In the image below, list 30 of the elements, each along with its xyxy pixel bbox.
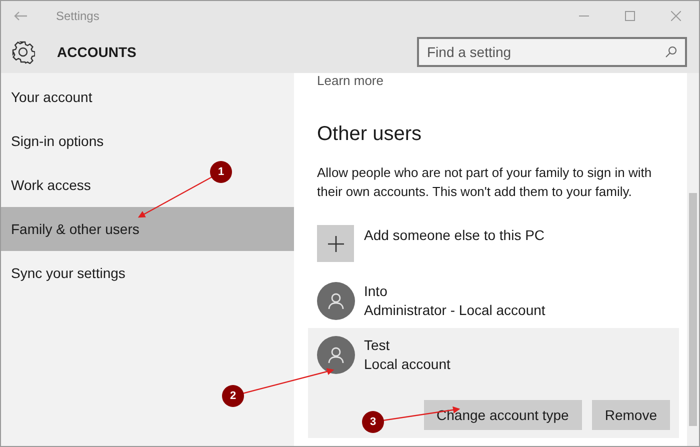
sidebar-item[interactable]: Sign-in options [11,130,104,152]
section-description: Allow people who are not part of your family to sign in with their own accounts. This won't add them to your family. [317,164,653,201]
add-user-link[interactable]: Add someone else to this PC [364,225,545,246]
search-field[interactable]: Find a setting [417,37,687,67]
add-icon[interactable] [317,225,354,262]
action-button[interactable]: Change account type [424,400,582,430]
close-icon [671,11,681,21]
user-avatar-icon [317,282,355,320]
sidebar-item[interactable]: Sync your settings [11,262,126,284]
sidebar-item[interactable]: Work access [11,174,91,196]
search-icon [665,46,677,58]
action-button[interactable]: Remove [592,400,670,430]
account-type: Administrator - Local account [364,301,546,320]
window-title: Settings [56,8,100,25]
scrollbar[interactable] [687,73,699,446]
settings-icon [11,40,35,64]
user-name: Into [364,282,388,301]
sidebar-item[interactable]: Family & other users [11,218,140,240]
maximize-icon [625,11,635,21]
search-input[interactable]: Find a setting [427,42,665,62]
minimize-icon [579,15,589,17]
account-type: Local account [364,355,450,374]
back-arrow-icon [14,11,28,21]
section-heading: Other users [317,122,422,147]
sidebar-item[interactable]: Your account [11,86,92,108]
page-title: ACCOUNTS [57,42,136,62]
user-avatar-icon [317,336,355,374]
learn-more-link[interactable]: Learn more [317,73,384,89]
user-name: Test [364,336,391,355]
user-entry[interactable]: Into Administrator - Local account [308,274,679,328]
